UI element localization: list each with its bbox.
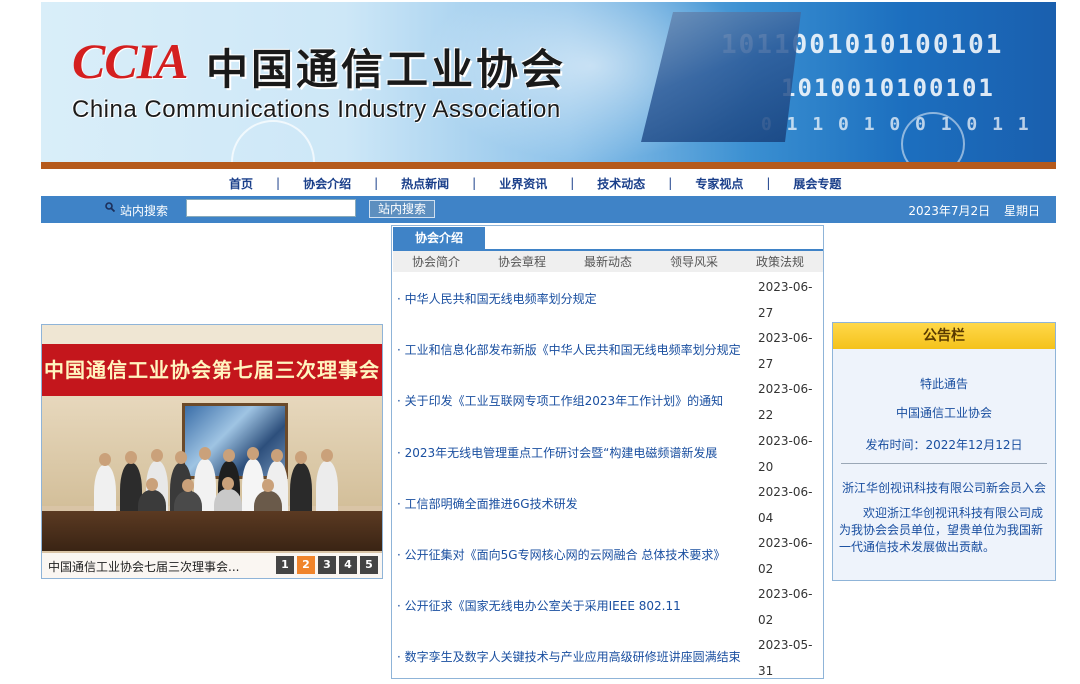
news-title-link[interactable]: · 公开征求《国家无线电办公室关于采用IEEE 802.11 bbox=[397, 597, 749, 614]
notice-line: 中国通信工业协会 bbox=[895, 406, 992, 420]
weekday-value: 星期日 bbox=[1003, 204, 1040, 218]
news-date: 2023-06- 27 bbox=[758, 331, 813, 372]
nav-separator: | bbox=[766, 176, 771, 190]
notice-divider bbox=[841, 463, 1047, 464]
site-banner: 1011001010100101 1010010100101 0 1 1 0 1… bbox=[41, 2, 1056, 162]
subnav-leaders[interactable]: 领导风采 bbox=[670, 253, 718, 270]
tab-about[interactable]: 协会介绍 bbox=[393, 227, 485, 249]
nav-separator: | bbox=[570, 176, 575, 190]
subnav-policies[interactable]: 政策法规 bbox=[756, 253, 804, 270]
notice-board: 公告栏 特此通告 中国通信工业协会 发布时间：2022年12月12日 浙江华创视… bbox=[832, 322, 1056, 581]
news-date: 2023-06- 04 bbox=[758, 484, 813, 525]
search-bar: 站内搜索 站内搜索 2023年7月2日 星期日 bbox=[41, 196, 1056, 223]
search-input[interactable] bbox=[186, 199, 356, 217]
nav-hot-news[interactable]: 热点新闻 bbox=[401, 175, 449, 192]
news-item: · 中华人民共和国无线电频率划分规定 2023-06- 27 bbox=[392, 272, 823, 323]
news-date: 2023-06- 22 bbox=[758, 382, 813, 423]
site-title-cn: 中国通信工业协会 bbox=[206, 45, 567, 94]
banner-divider bbox=[41, 162, 1056, 169]
notice-scroll-area[interactable]: 特此通告 中国通信工业协会 发布时间：2022年12月12日 浙江华创视讯科技有… bbox=[833, 349, 1055, 580]
photo-slideshow[interactable]: 中国通信工业协会第七届三次理事会议 中国通信工业协会七届三次理事会... 1 2… bbox=[41, 324, 383, 579]
site-title-en: China Communications Industry Associatio… bbox=[72, 96, 561, 123]
news-item: · 工信部明确全面推进6G技术研发 2023-06- 04 bbox=[392, 477, 823, 528]
search-label: 站内搜索 bbox=[120, 204, 169, 218]
nav-separator: | bbox=[374, 176, 379, 190]
slide-page-5[interactable]: 5 bbox=[360, 556, 378, 574]
news-list: · 中华人民共和国无线电频率划分规定 2023-06- 27 · 工业和信息化部发… bbox=[392, 272, 823, 682]
nav-about[interactable]: 协会介绍 bbox=[303, 175, 351, 192]
news-title-link[interactable]: · 2023年无线电管理重点工作研讨会暨“构建电磁频谱新发展 bbox=[397, 444, 749, 461]
news-subnav: 协会简介 协会章程 最新动态 领导风采 政策法规 bbox=[393, 251, 823, 272]
banner-globe-graphic bbox=[231, 120, 315, 162]
slide-pagination: 1 2 3 4 5 bbox=[276, 556, 378, 574]
current-date: 2023年7月2日 星期日 bbox=[908, 202, 1040, 219]
nav-home[interactable]: 首页 bbox=[229, 175, 253, 192]
slide-table bbox=[42, 511, 382, 551]
nav-expert-views[interactable]: 专家视点 bbox=[695, 175, 743, 192]
nav-industry-info[interactable]: 业界资讯 bbox=[499, 175, 547, 192]
slide-page-1[interactable]: 1 bbox=[276, 556, 294, 574]
news-date: 2023-05- 31 bbox=[758, 638, 813, 679]
news-title-link[interactable]: · 中华人民共和国无线电频率划分规定 bbox=[397, 290, 749, 307]
nav-separator: | bbox=[472, 176, 477, 190]
banner-binary-pattern: 0 1 1 0 1 0 0 1 0 1 1 bbox=[761, 114, 1031, 135]
subnav-latest[interactable]: 最新动态 bbox=[584, 253, 632, 270]
news-date: 2023-06- 27 bbox=[758, 280, 813, 320]
nav-exhibitions[interactable]: 展会专题 bbox=[793, 175, 841, 192]
news-title-link[interactable]: · 数字孪生及数字人关键技术与产业应用高级研修班讲座圆满结束 bbox=[397, 648, 749, 665]
notice-line: 发布时间：2022年12月12日 bbox=[865, 438, 1023, 452]
ccia-logo[interactable]: CCIA bbox=[72, 32, 189, 90]
subnav-intro[interactable]: 协会简介 bbox=[412, 253, 460, 270]
news-item: · 公开征求《国家无线电办公室关于采用IEEE 802.11 2023-06- 0… bbox=[392, 579, 823, 630]
news-date: 2023-06- 02 bbox=[758, 587, 813, 628]
notice-member-text: 欢迎浙江华创视讯科技有限公司成为我协会会员单位，望贵单位为我国新一代通信技术发展… bbox=[839, 506, 1044, 554]
news-title-link[interactable]: · 关于印发《工业互联网专项工作组2023年工作计划》的通知 bbox=[397, 392, 749, 409]
nav-separator: | bbox=[668, 176, 673, 190]
banner-binary-pattern: 1010010100101 bbox=[781, 74, 995, 102]
news-item: · 公开征集对《面向5G专网核心网的云网融合 总体技术要求》 2023-06- 0… bbox=[392, 528, 823, 579]
news-title-link[interactable]: · 工业和信息化部发布新版《中华人民共和国无线电频率划分规定 bbox=[397, 341, 749, 358]
main-nav: 首页 | 协会介绍 | 热点新闻 | 业界资讯 | 技术动态 | 专家视点 | … bbox=[200, 174, 900, 192]
slide-page-2[interactable]: 2 bbox=[297, 556, 315, 574]
slide-red-banner: 中国通信工业协会第七届三次理事会议 bbox=[42, 344, 382, 434]
slide-caption-bar: 中国通信工业协会七届三次理事会... 1 2 3 4 5 bbox=[42, 553, 382, 578]
news-title-link[interactable]: · 公开征集对《面向5G专网核心网的云网融合 总体技术要求》 bbox=[397, 546, 749, 563]
news-item: · 数字孪生及数字人关键技术与产业应用高级研修班讲座圆满结束 2023-05- 3… bbox=[392, 630, 823, 681]
news-title-link[interactable]: · 工信部明确全面推进6G技术研发 bbox=[397, 495, 749, 512]
notice-title: 公告栏 bbox=[833, 323, 1055, 349]
subnav-charter[interactable]: 协会章程 bbox=[498, 253, 546, 270]
search-button[interactable]: 站内搜索 bbox=[369, 200, 435, 218]
search-icon bbox=[105, 202, 115, 212]
nav-separator: | bbox=[276, 176, 281, 190]
news-item: · 2023年无线电管理重点工作研讨会暨“构建电磁频谱新发展 2023-06- 2… bbox=[392, 426, 823, 477]
slide-page-3[interactable]: 3 bbox=[318, 556, 336, 574]
notice-line: 特此通告 bbox=[919, 377, 968, 391]
slide-page-4[interactable]: 4 bbox=[339, 556, 357, 574]
news-item: · 关于印发《工业互联网专项工作组2023年工作计划》的通知 2023-06- 2… bbox=[392, 374, 823, 425]
nav-tech-news[interactable]: 技术动态 bbox=[597, 175, 645, 192]
news-panel: 协会介绍 协会简介 协会章程 最新动态 领导风采 政策法规 · 中华人民共和国无… bbox=[391, 225, 824, 679]
slide-ceiling bbox=[42, 325, 382, 344]
news-item: · 工业和信息化部发布新版《中华人民共和国无线电频率划分规定 2023-06- 2… bbox=[392, 323, 823, 374]
slide-caption[interactable]: 中国通信工业协会七届三次理事会... bbox=[48, 558, 239, 575]
news-date: 2023-06- 02 bbox=[758, 535, 813, 576]
notice-member-title[interactable]: 浙江华创视讯科技有限公司新会员入会 bbox=[833, 479, 1055, 496]
date-value: 2023年7月2日 bbox=[908, 204, 991, 218]
news-date: 2023-06- 20 bbox=[758, 433, 813, 474]
